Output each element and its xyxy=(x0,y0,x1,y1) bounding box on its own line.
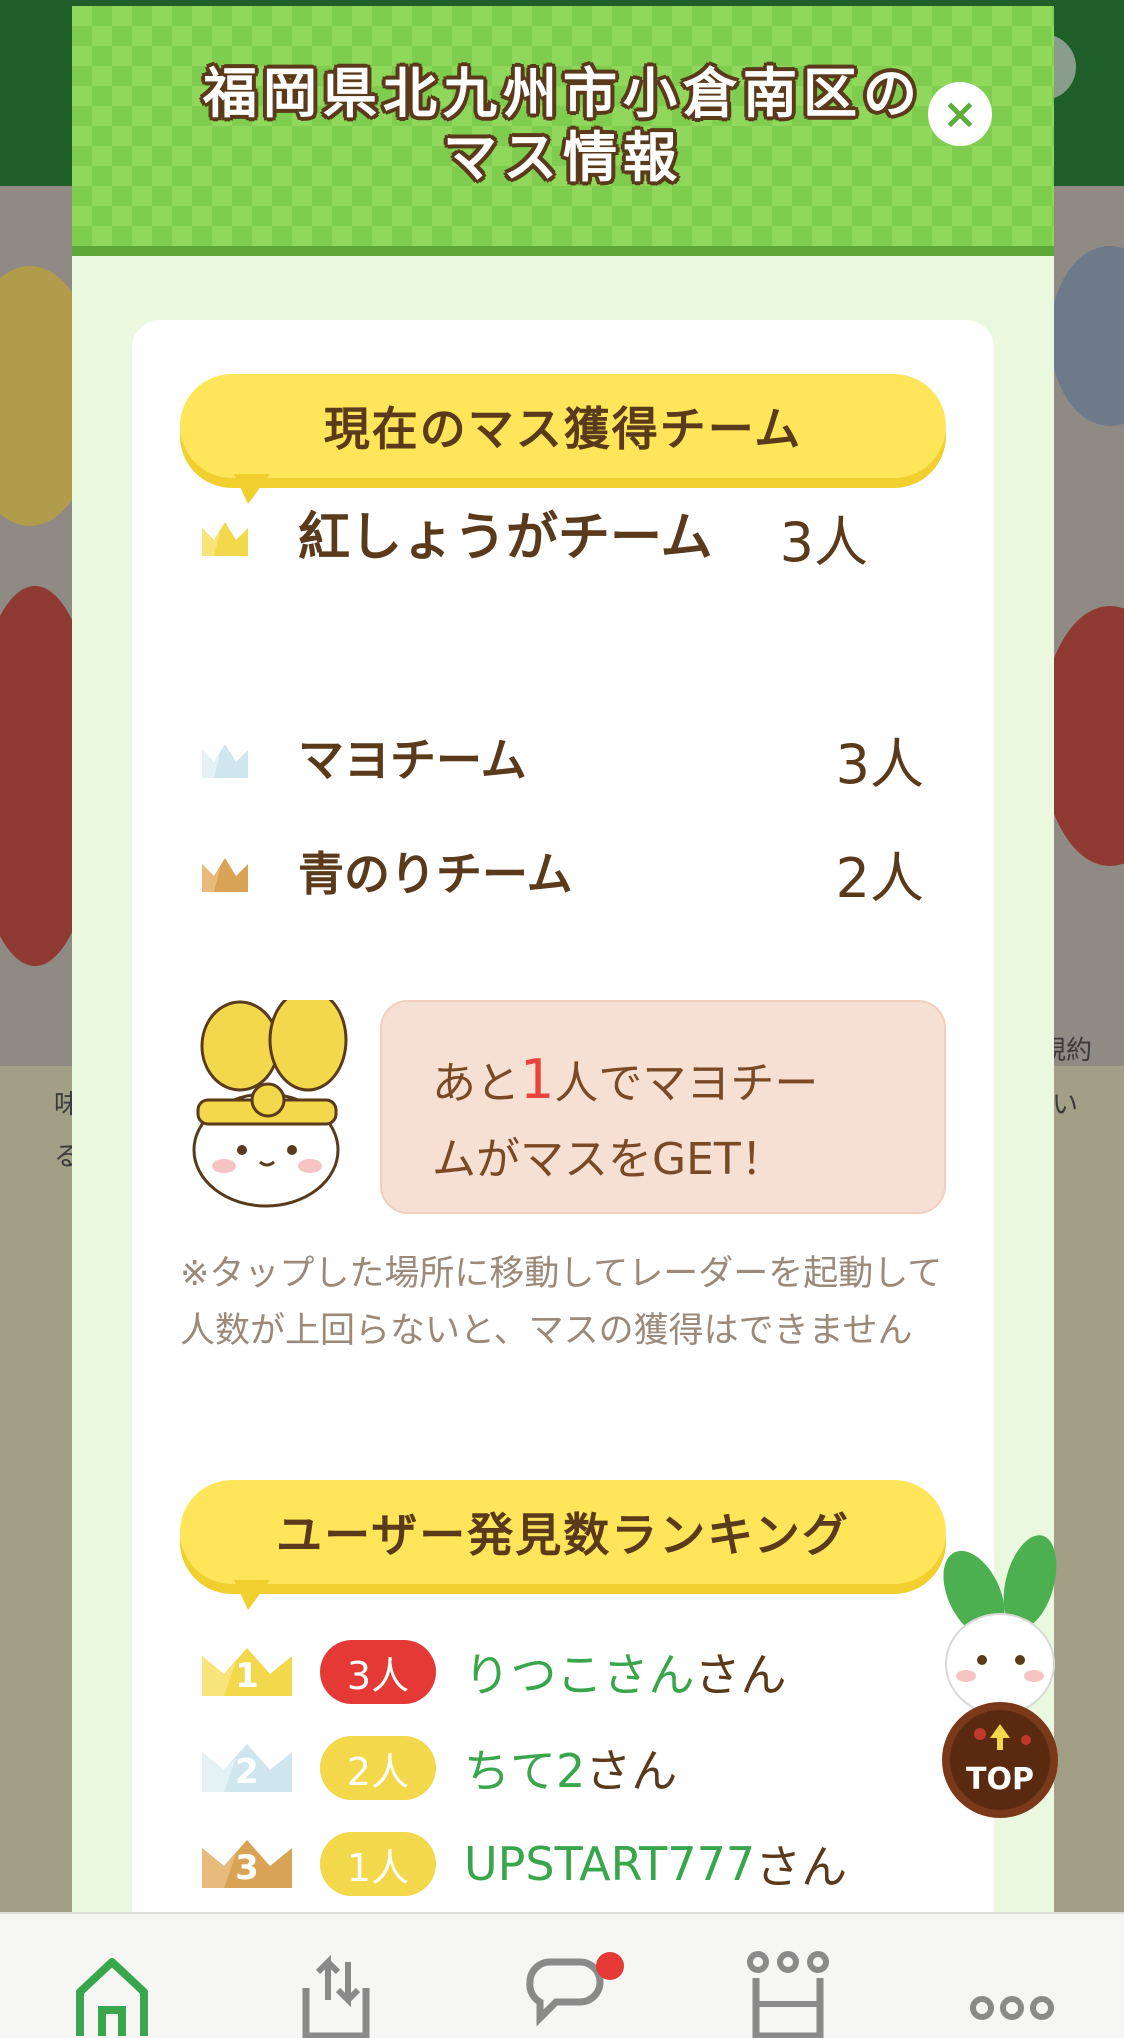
current-teams-heading: 現在のマス獲得チーム xyxy=(323,402,803,456)
message-prefix: あと xyxy=(432,1058,520,1109)
message-number: 1 xyxy=(520,1048,555,1111)
ranking-crown-icon[interactable] xyxy=(742,1948,834,2038)
gold-crown-icon xyxy=(202,521,248,556)
user-name-suffix: さん xyxy=(694,1648,787,1702)
team-count: 3人 xyxy=(779,511,868,574)
team-name: マヨチーム xyxy=(298,732,527,787)
ranking-row-1: 1 3人 りつこさん さん xyxy=(180,1638,786,1706)
user-name-suffix: さん xyxy=(755,1840,848,1894)
user-count-badge: 3人 xyxy=(320,1640,436,1704)
rank-3-crown-icon: 3 xyxy=(200,1838,294,1890)
user-name-link[interactable]: りつこさん xyxy=(464,1639,694,1705)
bronze-crown-icon xyxy=(202,857,248,892)
bottom-tab-bar xyxy=(0,1912,1124,2038)
modal-title: 福岡県北九州市小倉南区の マス情報 xyxy=(203,62,923,189)
close-button[interactable]: × xyxy=(928,82,992,146)
ranking-heading: ユーザー発見数ランキング xyxy=(276,1508,850,1562)
team-count: 2人 xyxy=(835,847,924,910)
top-button-label: TOP xyxy=(966,1762,1034,1797)
user-name-suffix: さん xyxy=(585,1744,678,1798)
message-bubble: あと1人でマヨチー ムがマスをGET！ xyxy=(380,1000,946,1214)
chat-notification-badge xyxy=(596,1952,624,1980)
info-card: 現在のマス獲得チーム 紅しょうがチーム 3人 マヨチーム 3人 青のりチーム 2… xyxy=(132,320,994,1912)
scroll-to-top-button[interactable]: TOP xyxy=(930,1534,1070,1824)
current-teams-heading-banner: 現在のマス獲得チーム xyxy=(180,374,946,504)
team-name: 青のりチーム xyxy=(298,846,573,901)
user-name-link[interactable]: UPSTART777 xyxy=(464,1837,755,1891)
close-icon: × xyxy=(942,89,978,138)
rank-number: 3 xyxy=(235,1848,259,1888)
team-count: 3人 xyxy=(835,733,924,796)
user-name-link[interactable]: ちて2 xyxy=(464,1735,585,1801)
banner-tail xyxy=(234,1580,270,1610)
home-icon[interactable] xyxy=(66,1948,158,2038)
user-count-badge: 2人 xyxy=(320,1736,436,1800)
chat-icon[interactable] xyxy=(516,1948,608,2038)
team-row-1: 紅しょうがチーム 3人 xyxy=(180,498,946,577)
capture-note: ※タップした場所に移動してレーダーを起動して人数が上回らないと、マスの獲得はでき… xyxy=(180,1254,943,1351)
user-count-badge: 1人 xyxy=(320,1832,436,1896)
ranking-heading-banner: ユーザー発見数ランキング xyxy=(180,1480,946,1610)
team-name: 紅しょうがチーム xyxy=(298,507,713,568)
mascot-bunny-icon xyxy=(192,1000,348,1208)
background-text-right-2: い xyxy=(1052,1090,1079,1120)
rank-2-crown-icon: 2 xyxy=(200,1742,294,1794)
ranking-row-2: 2 2人 ちて2 さん xyxy=(180,1734,677,1802)
more-icon[interactable] xyxy=(966,1948,1058,2038)
rank-number: 1 xyxy=(235,1656,259,1696)
team-row-3: 青のりチーム 2人 xyxy=(180,834,946,913)
silver-crown-icon xyxy=(202,743,248,778)
cell-info-modal: 福岡県北九州市小倉南区の マス情報 × 現在のマス獲得チーム 紅しょうがチーム … xyxy=(72,6,1054,1912)
rank-1-crown-icon: 1 xyxy=(200,1646,294,1698)
modal-header: 福岡県北九州市小倉南区の マス情報 xyxy=(72,6,1054,256)
rank-number: 2 xyxy=(235,1752,259,1792)
upload-icon[interactable] xyxy=(290,1948,382,2038)
team-row-2: マヨチーム 3人 xyxy=(180,720,946,799)
ranking-row-3: 3 1人 UPSTART777 さん xyxy=(180,1830,847,1898)
